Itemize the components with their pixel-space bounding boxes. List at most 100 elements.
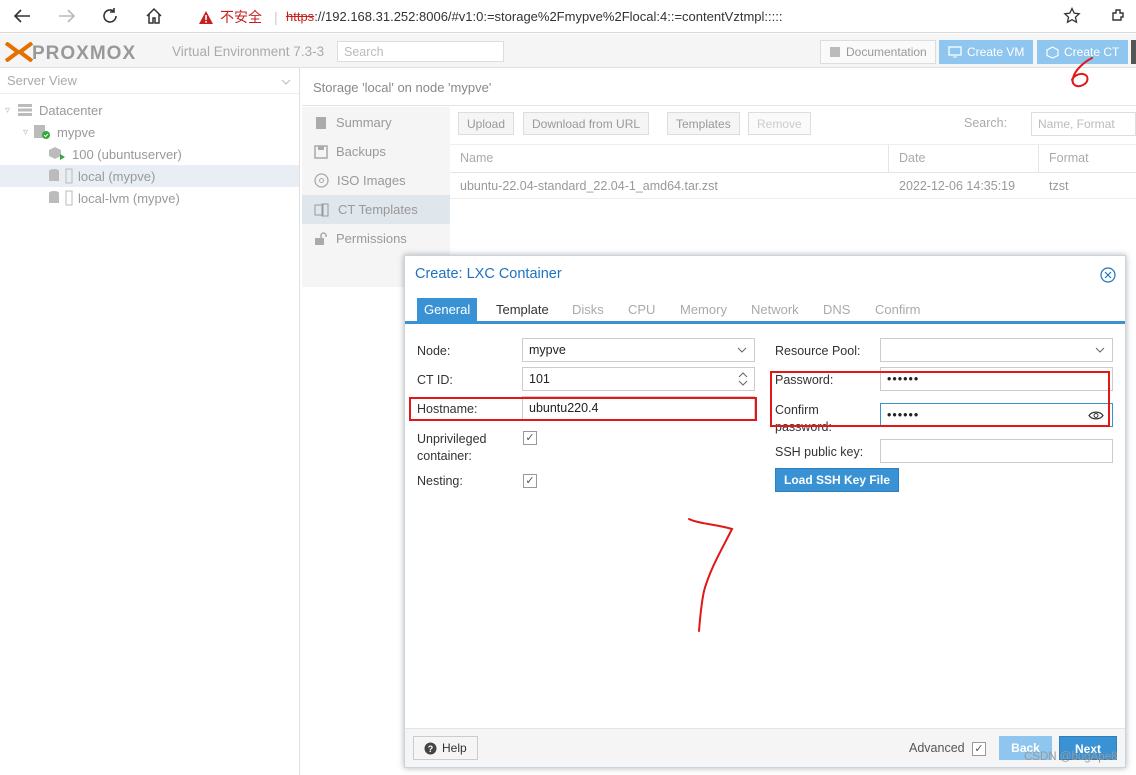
ctid-label: CT ID: [417, 373, 453, 387]
table-header: Name Date Format [450, 145, 1136, 173]
resource-tree-panel: Server View ▿ Datacenter ▿ mypve 100 (ub… [0, 68, 300, 775]
tree-item-container-100[interactable]: 100 (ubuntuserver) [0, 143, 299, 165]
hostname-label: Hostname: [417, 402, 478, 416]
ssh-key-input[interactable] [880, 439, 1113, 463]
home-icon[interactable] [141, 4, 167, 28]
remove-button[interactable]: Remove [748, 112, 811, 135]
download-url-button[interactable]: Download from URL [523, 112, 650, 135]
advanced-checkbox[interactable]: ✓ [972, 742, 986, 756]
row-date: 2022-12-06 14:35:19 [899, 179, 1016, 193]
chevron-down-icon [281, 79, 291, 85]
tab-general[interactable]: General [417, 298, 478, 322]
column-header-name[interactable]: Name [460, 151, 493, 165]
monitor-icon [948, 46, 962, 58]
create-lxc-dialog: Create: LXC Container General Template D… [404, 255, 1126, 768]
dialog-title: Create: LXC Container [415, 266, 562, 282]
chevron-down-icon [1095, 347, 1105, 353]
password-field[interactable]: •••••• [880, 367, 1113, 391]
column-header-date[interactable]: Date [899, 151, 925, 165]
unlock-icon [315, 231, 327, 245]
content-toolbar: Upload Download from URL Templates Remov… [450, 107, 1136, 145]
storage-icon [49, 168, 73, 184]
annotation-number-7 [688, 518, 734, 632]
page-title: Storage 'local' on node 'mypve' [302, 68, 1136, 106]
book-icon [316, 116, 326, 129]
node-label: Node: [417, 344, 451, 358]
tree-item-local-lvm[interactable]: local-lvm (mypve) [0, 187, 299, 209]
nav-summary[interactable]: Summary [302, 108, 450, 137]
spinner-arrows-icon[interactable] [738, 371, 748, 387]
storage-icon [49, 190, 73, 206]
nav-backups[interactable]: Backups [302, 137, 450, 166]
security-label: 不安全 [220, 9, 262, 25]
resource-pool-label: Resource Pool: [775, 344, 861, 358]
browser-toolbar: 不安全 | https://192.168.31.252:8006/#v1:0:… [0, 0, 1136, 33]
table-row[interactable]: ubuntu-22.04-standard_22.04-1_amd64.tar.… [450, 173, 1136, 199]
reload-icon[interactable] [97, 4, 123, 28]
forward-arrow-icon[interactable] [54, 4, 80, 28]
proxmox-logo: PROXMOX [4, 42, 136, 65]
tab-disks[interactable]: Disks [565, 298, 611, 322]
tab-dns[interactable]: DNS [816, 298, 857, 322]
container-running-icon [49, 147, 65, 160]
server-view-select[interactable]: Server View [0, 69, 299, 94]
nesting-checkbox[interactable]: ✓ [523, 474, 537, 488]
unprivileged-checkbox[interactable]: ✓ [523, 431, 537, 445]
nesting-label: Nesting: [417, 474, 463, 488]
search-input[interactable]: Name, Format [1031, 112, 1136, 136]
help-button[interactable]: ? Help [413, 736, 478, 760]
nav-ct-templates[interactable]: CT Templates [302, 195, 450, 224]
column-header-format[interactable]: Format [1049, 151, 1089, 165]
tab-network[interactable]: Network [744, 298, 806, 322]
chevron-down-icon [737, 347, 747, 353]
cube-icon [1046, 45, 1059, 59]
nav-iso-images[interactable]: ISO Images [302, 166, 450, 195]
dialog-footer: ? Help Advanced ✓ Back Next [405, 728, 1125, 767]
templates-button[interactable]: Templates [667, 112, 740, 135]
node-select[interactable]: mypve [522, 338, 755, 362]
password-label: Password: [775, 373, 834, 387]
confirm-password-label: Confirm password: [775, 403, 832, 434]
favorite-star-icon[interactable] [1059, 4, 1085, 28]
upload-button[interactable]: Upload [458, 112, 515, 135]
warning-icon [199, 10, 213, 24]
documentation-button[interactable]: Documentation [820, 40, 936, 64]
tab-memory[interactable]: Memory [673, 298, 734, 322]
floppy-icon [314, 144, 328, 159]
tree-item-local[interactable]: local (mypve) [0, 165, 299, 187]
advanced-label: Advanced [909, 741, 965, 755]
nav-permissions[interactable]: Permissions [302, 224, 450, 253]
address-bar[interactable]: 不安全 | https://192.168.31.252:8006/#v1:0:… [182, 3, 1094, 30]
pve-header: PROXMOX Virtual Environment 7.3-3 Search… [0, 34, 1136, 68]
dialog-tabs: General Template Disks CPU Memory Networ… [405, 296, 1125, 324]
tab-template[interactable]: Template [489, 298, 556, 322]
close-icon[interactable] [1100, 267, 1116, 283]
confirm-password-field[interactable]: •••••• [880, 403, 1113, 427]
load-ssh-key-button[interactable]: Load SSH Key File [775, 468, 900, 492]
user-menu-edge[interactable] [1131, 40, 1136, 64]
unprivileged-label: Unprivileged container: [417, 432, 487, 463]
back-arrow-icon[interactable] [9, 4, 35, 28]
ssh-key-label: SSH public key: [775, 445, 864, 459]
tree-item-mypve[interactable]: ▿ mypve [0, 121, 299, 143]
svg-text:?: ? [428, 744, 434, 754]
tab-cpu[interactable]: CPU [621, 298, 662, 322]
row-name: ubuntu-22.04-standard_22.04-1_amd64.tar.… [460, 179, 718, 193]
annotation-number-6 [1071, 57, 1093, 88]
extensions-icon[interactable] [1106, 4, 1132, 28]
ctid-spinner[interactable]: 101 [522, 367, 755, 391]
csdn-watermark: CSDN @bugApe8 [1024, 751, 1118, 763]
global-search-input[interactable]: Search [337, 41, 504, 62]
disc-icon [314, 173, 329, 188]
tree-item-datacenter[interactable]: ▿ Datacenter [0, 99, 299, 121]
row-format: tzst [1049, 179, 1069, 193]
tab-confirm[interactable]: Confirm [868, 298, 928, 322]
resource-pool-select[interactable] [880, 338, 1113, 362]
eye-icon[interactable] [1088, 410, 1104, 421]
create-vm-button[interactable]: Create VM [939, 40, 1034, 64]
hostname-input[interactable]: ubuntu220.4 [522, 396, 755, 420]
question-circle-icon: ? [424, 742, 437, 754]
server-rack-icon [18, 104, 32, 116]
proxmox-x-icon [4, 42, 34, 62]
security-warning[interactable]: 不安全 | [198, 7, 278, 27]
